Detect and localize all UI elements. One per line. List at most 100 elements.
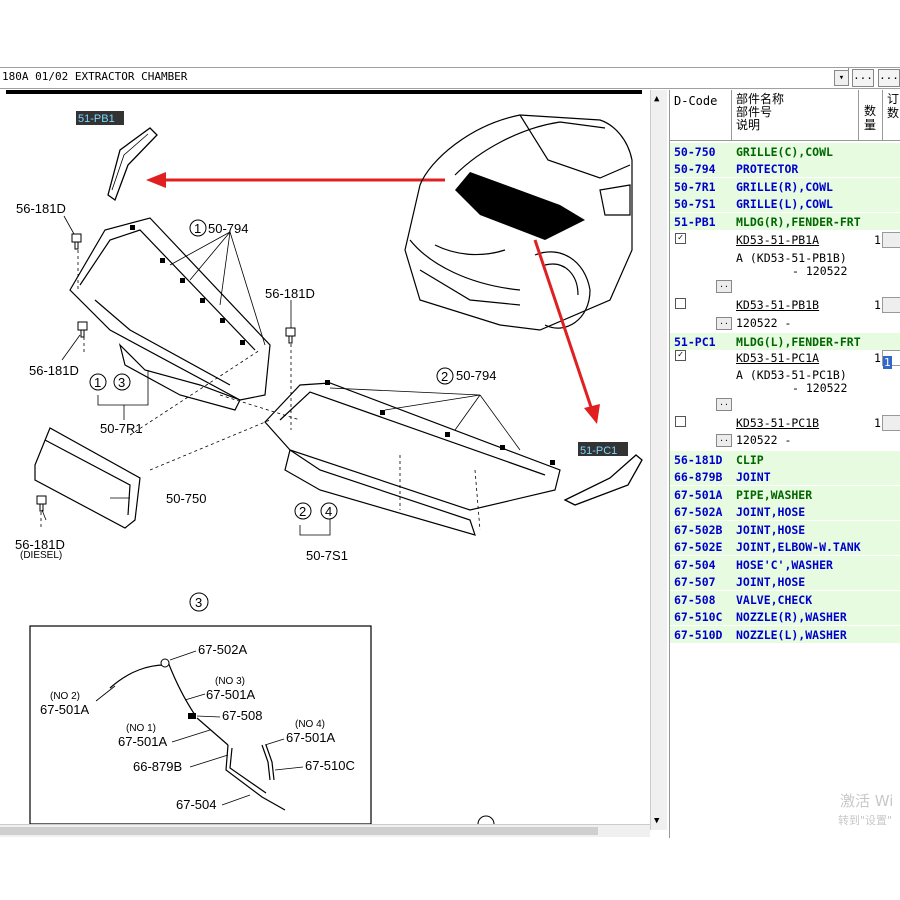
order-qty-value: 1 <box>883 356 892 369</box>
more-info-button[interactable]: .. <box>716 434 732 447</box>
circle-number-2: 2 <box>441 369 448 384</box>
row-code: 67-510D <box>674 628 723 642</box>
scroll-thumb[interactable] <box>0 827 598 835</box>
activation-watermark-sub: 转到"设置" <box>838 814 893 827</box>
row-name: JOINT,HOSE <box>736 505 806 519</box>
table-row[interactable]: 50-794 PROTECTOR <box>670 160 900 177</box>
part-qty: 1 <box>874 298 881 312</box>
scroll-down-icon[interactable]: ▼ <box>654 816 659 826</box>
browse-button-2[interactable]: ... <box>878 69 900 87</box>
table-row[interactable]: 50-7R1 GRILLE(R),COWL <box>670 178 900 195</box>
row-code: 67-502A <box>674 505 723 519</box>
diagram-pane[interactable]: 51-PB1 51-PC1 1 1 3 2 2 4 3 56-181D 50-7… <box>0 90 648 824</box>
row-code: 50-750 <box>674 145 716 159</box>
table-row[interactable]: 66-879B JOINT <box>670 468 900 485</box>
row-name: CLIP <box>736 453 764 467</box>
row-name: NOZZLE(L),WASHER <box>736 628 847 642</box>
row-name: GRILLE(C),COWL <box>736 145 833 159</box>
row-name: NOZZLE(R),WASHER <box>736 610 847 624</box>
circle-number-2b: 2 <box>299 504 306 519</box>
label-50-7s1: 50-7S1 <box>306 548 348 563</box>
table-row[interactable]: 67-501A PIPE,WASHER <box>670 486 900 503</box>
row-code: 50-7S1 <box>674 197 716 211</box>
label-67-501a-4: 67-501A <box>286 730 335 745</box>
row-code: 67-504 <box>674 558 716 572</box>
order-qty-input[interactable] <box>882 415 900 431</box>
order-qty-input[interactable] <box>882 297 900 313</box>
table-row[interactable]: 67-510D NOZZLE(L),WASHER <box>670 626 900 643</box>
part-number[interactable]: KD53-51-PC1A <box>736 351 819 365</box>
label-50-7r1: 50-7R1 <box>100 421 143 436</box>
part-date: - 120522 <box>792 264 848 278</box>
label-56-181d-top: 56-181D <box>16 201 66 216</box>
more-info-button[interactable]: .. <box>716 280 732 293</box>
part-qty: 1 <box>874 351 881 365</box>
table-row[interactable]: 50-750 GRILLE(C),COWL <box>670 143 900 160</box>
part-desc: A (KD53-51-PC1B) <box>736 368 847 382</box>
part-desc: 120522 - <box>736 316 792 330</box>
label-67-501a-1: 67-501A <box>40 702 89 717</box>
table-row[interactable]: 50-7S1 GRILLE(L),COWL <box>670 195 900 212</box>
row-name: GRILLE(R),COWL <box>736 180 833 194</box>
more-info-button[interactable]: .. <box>716 398 732 411</box>
header-part-name[interactable]: 部件名称 部件号 说明 <box>736 93 784 132</box>
part-number[interactable]: KD53-51-PC1B <box>736 416 819 430</box>
label-56-181d-center: 56-181D <box>265 286 315 301</box>
diagram-select[interactable]: 180A 01/02 EXTRACTOR CHAMBER ▾ <box>0 68 849 86</box>
circle-number-1b: 1 <box>94 375 101 390</box>
row-name: VALVE,CHECK <box>736 593 813 607</box>
row-name: PIPE,WASHER <box>736 488 813 502</box>
label-67-510c: 67-510C <box>305 758 355 773</box>
more-info-button[interactable]: .. <box>716 317 732 330</box>
parts-diagram: 51-PB1 51-PC1 1 1 3 2 2 4 3 56-181D 50-7… <box>6 90 643 824</box>
part-checkbox[interactable]: ✓ <box>675 350 686 361</box>
inset-number-3: 3 <box>195 595 202 610</box>
order-qty-input[interactable]: 1 <box>882 350 900 369</box>
chevron-down-icon[interactable]: ▾ <box>834 70 849 86</box>
callout-pb1: 51-PB1 <box>78 113 115 125</box>
table-row[interactable]: 67-507 JOINT,HOSE <box>670 573 900 590</box>
part-checkbox[interactable] <box>675 416 686 427</box>
header-order[interactable]: 订数 <box>887 92 900 120</box>
table-row[interactable]: 67-508 VALVE,CHECK <box>670 591 900 608</box>
row-code: 50-794 <box>674 162 716 176</box>
label-50-794-b: 50-794 <box>456 368 496 383</box>
row-name: HOSE'C',WASHER <box>736 558 833 572</box>
table-row[interactable]: 67-510C NOZZLE(R),WASHER <box>670 608 900 625</box>
diagram-horizontal-scrollbar[interactable] <box>0 824 650 837</box>
row-code: 67-507 <box>674 575 716 589</box>
row-code: 51-PC1 <box>674 335 716 349</box>
header-dcode[interactable]: D-Code <box>674 94 717 108</box>
row-name: JOINT,HOSE <box>736 523 806 537</box>
circle-number-4: 4 <box>325 504 332 519</box>
table-row[interactable]: 51-PC1 MLDG(L),FENDER-FRT <box>670 333 900 350</box>
scroll-up-icon[interactable]: ▲ <box>654 94 659 104</box>
row-name: JOINT,HOSE <box>736 575 806 589</box>
table-row[interactable]: 67-504 HOSE'C',WASHER <box>670 556 900 573</box>
part-checkbox[interactable]: ✓ <box>675 233 686 244</box>
diagram-vertical-scrollbar[interactable]: ▲ ▼ <box>650 90 667 830</box>
label-diesel-note: (DIESEL) <box>20 550 62 561</box>
part-date: - 120522 <box>792 381 848 395</box>
table-row[interactable]: 67-502B JOINT,HOSE <box>670 521 900 538</box>
header-qty[interactable]: 数量 <box>864 104 878 132</box>
table-row[interactable]: 67-502E JOINT,ELBOW-W.TANK <box>670 538 900 555</box>
label-67-501a-2: 67-501A <box>206 687 255 702</box>
row-name: MLDG(L),FENDER-FRT <box>736 335 861 349</box>
order-qty-input[interactable] <box>882 232 900 248</box>
part-desc: 120522 - <box>736 433 792 447</box>
row-code: 50-7R1 <box>674 180 716 194</box>
label-66-879b: 66-879B <box>133 759 182 774</box>
label-67-508: 67-508 <box>222 708 262 723</box>
table-row[interactable]: 51-PB1 MLDG(R),FENDER-FRT <box>670 213 900 230</box>
part-checkbox[interactable] <box>675 298 686 309</box>
table-row[interactable]: 67-502A JOINT,HOSE <box>670 503 900 520</box>
part-number[interactable]: KD53-51-PB1B <box>736 298 819 312</box>
row-name: JOINT,ELBOW-W.TANK <box>736 540 861 554</box>
part-number[interactable]: KD53-51-PB1A <box>736 233 819 247</box>
label-no1: (NO 1) <box>126 723 156 734</box>
table-row[interactable]: 56-181D CLIP <box>670 451 900 468</box>
label-no2: (NO 2) <box>50 691 80 702</box>
label-no3: (NO 3) <box>215 676 245 687</box>
browse-button[interactable]: ... <box>852 69 874 87</box>
